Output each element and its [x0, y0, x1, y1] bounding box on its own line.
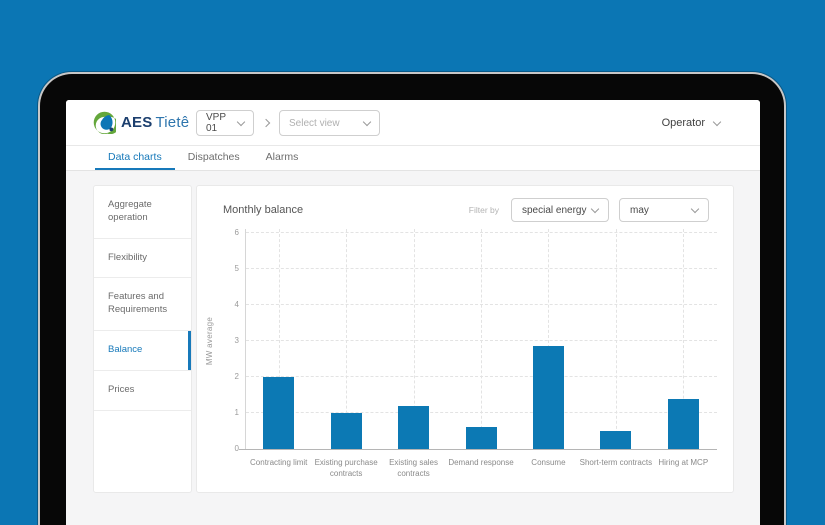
sidebar-item-aggregate-operation[interactable]: Aggregate operation: [94, 186, 191, 239]
x-category-label: Existing purchase contracts: [314, 458, 378, 479]
month-filter-select[interactable]: may: [619, 198, 709, 222]
brand-name-tiete: Tietê: [155, 114, 190, 131]
bar-short-term-contracts[interactable]: [600, 431, 632, 449]
chart-panel: Monthly balance Filter by special energy…: [196, 185, 734, 493]
top-bar: AES Tietê VPP 01 Select view Operator: [66, 100, 760, 146]
vpp-select-value: VPP 01: [206, 112, 226, 134]
bar-hiring-at-mcp[interactable]: [667, 398, 699, 449]
aes-logo-icon: [93, 111, 116, 134]
x-category-label: Existing sales contracts: [389, 458, 439, 479]
energy-filter-select[interactable]: special energy: [511, 198, 609, 222]
y-tick-label: 3: [234, 336, 239, 345]
view-select[interactable]: Select view: [279, 110, 380, 136]
brand-logo: AES Tietê: [93, 111, 189, 134]
operator-menu[interactable]: Operator: [661, 100, 722, 146]
y-tick-label: 2: [234, 372, 239, 381]
page-background: { "colors": { "page_bg": "#0b76b4", "acc…: [0, 0, 825, 525]
tab-bar: Data charts Dispatches Alarms: [66, 146, 760, 171]
x-gridline: [481, 229, 482, 449]
app-screen: AES Tietê VPP 01 Select view Operator Dat…: [66, 100, 760, 525]
bar-existing-purchase-contracts[interactable]: [330, 413, 362, 449]
y-tick-label: 6: [234, 228, 239, 237]
x-category-label: Consume: [531, 458, 566, 467]
tab-dispatches[interactable]: Dispatches: [175, 146, 253, 170]
vpp-select[interactable]: VPP 01: [196, 110, 254, 136]
tab-alarms[interactable]: Alarms: [253, 146, 312, 170]
y-tick-label: 0: [234, 444, 239, 453]
bar-contracting-limit[interactable]: [263, 377, 295, 449]
y-axis-line: [245, 229, 246, 449]
view-select-placeholder: Select view: [289, 117, 340, 129]
x-category-label: Demand response: [448, 458, 514, 467]
x-axis-line: [239, 449, 717, 450]
x-gridline: [615, 229, 617, 449]
sidebar: Aggregate operation Flexibility Features a…: [93, 185, 192, 493]
chart-title: Monthly balance: [223, 204, 304, 216]
panel-header: Monthly balance Filter by special energy…: [197, 186, 733, 222]
sidebar-item-flexibility[interactable]: Flexibility: [94, 239, 191, 279]
x-category-label: Contracting limit: [250, 458, 308, 467]
energy-filter-value: special energy: [522, 204, 587, 216]
tablet-bezel: AES Tietê VPP 01 Select view Operator Dat…: [38, 72, 786, 525]
chevron-down-icon: [236, 117, 246, 126]
bar-consume[interactable]: [532, 346, 564, 449]
filter-group: Filter by special energy may: [469, 198, 709, 222]
brand-name: AES Tietê: [121, 114, 189, 131]
brand-name-aes: AES: [121, 114, 153, 131]
bar-chart-plot: MW average 0 1 2 3 4 5 6 Contracting limit Exist…: [205, 228, 717, 478]
y-axis-label: MW average: [205, 316, 214, 366]
y-tick-label: 5: [234, 264, 239, 273]
tab-data-charts[interactable]: Data charts: [95, 146, 175, 170]
chevron-right-icon: [261, 118, 271, 128]
month-filter-value: may: [630, 204, 649, 216]
x-category-label: Hiring at MCP: [658, 458, 709, 467]
x-category-label: Short-term contracts: [579, 458, 653, 467]
bar-demand-response[interactable]: [465, 427, 497, 449]
chevron-down-icon: [362, 117, 372, 126]
y-tick-label: 4: [234, 300, 239, 309]
chevron-down-icon: [590, 204, 600, 213]
bar-existing-sales-contracts[interactable]: [398, 405, 430, 449]
y-tick-label: 1: [234, 408, 239, 417]
sidebar-item-prices[interactable]: Prices: [94, 371, 191, 411]
content-area: Aggregate operation Flexibility Features a…: [66, 171, 760, 525]
filter-by-label: Filter by: [468, 205, 499, 215]
operator-label: Operator: [661, 117, 705, 129]
sidebar-item-balance[interactable]: Balance: [94, 331, 191, 371]
sidebar-item-features-and-requirements[interactable]: Features and Requirements: [94, 278, 191, 332]
chevron-down-icon: [690, 204, 700, 213]
chevron-down-icon: [712, 117, 722, 126]
